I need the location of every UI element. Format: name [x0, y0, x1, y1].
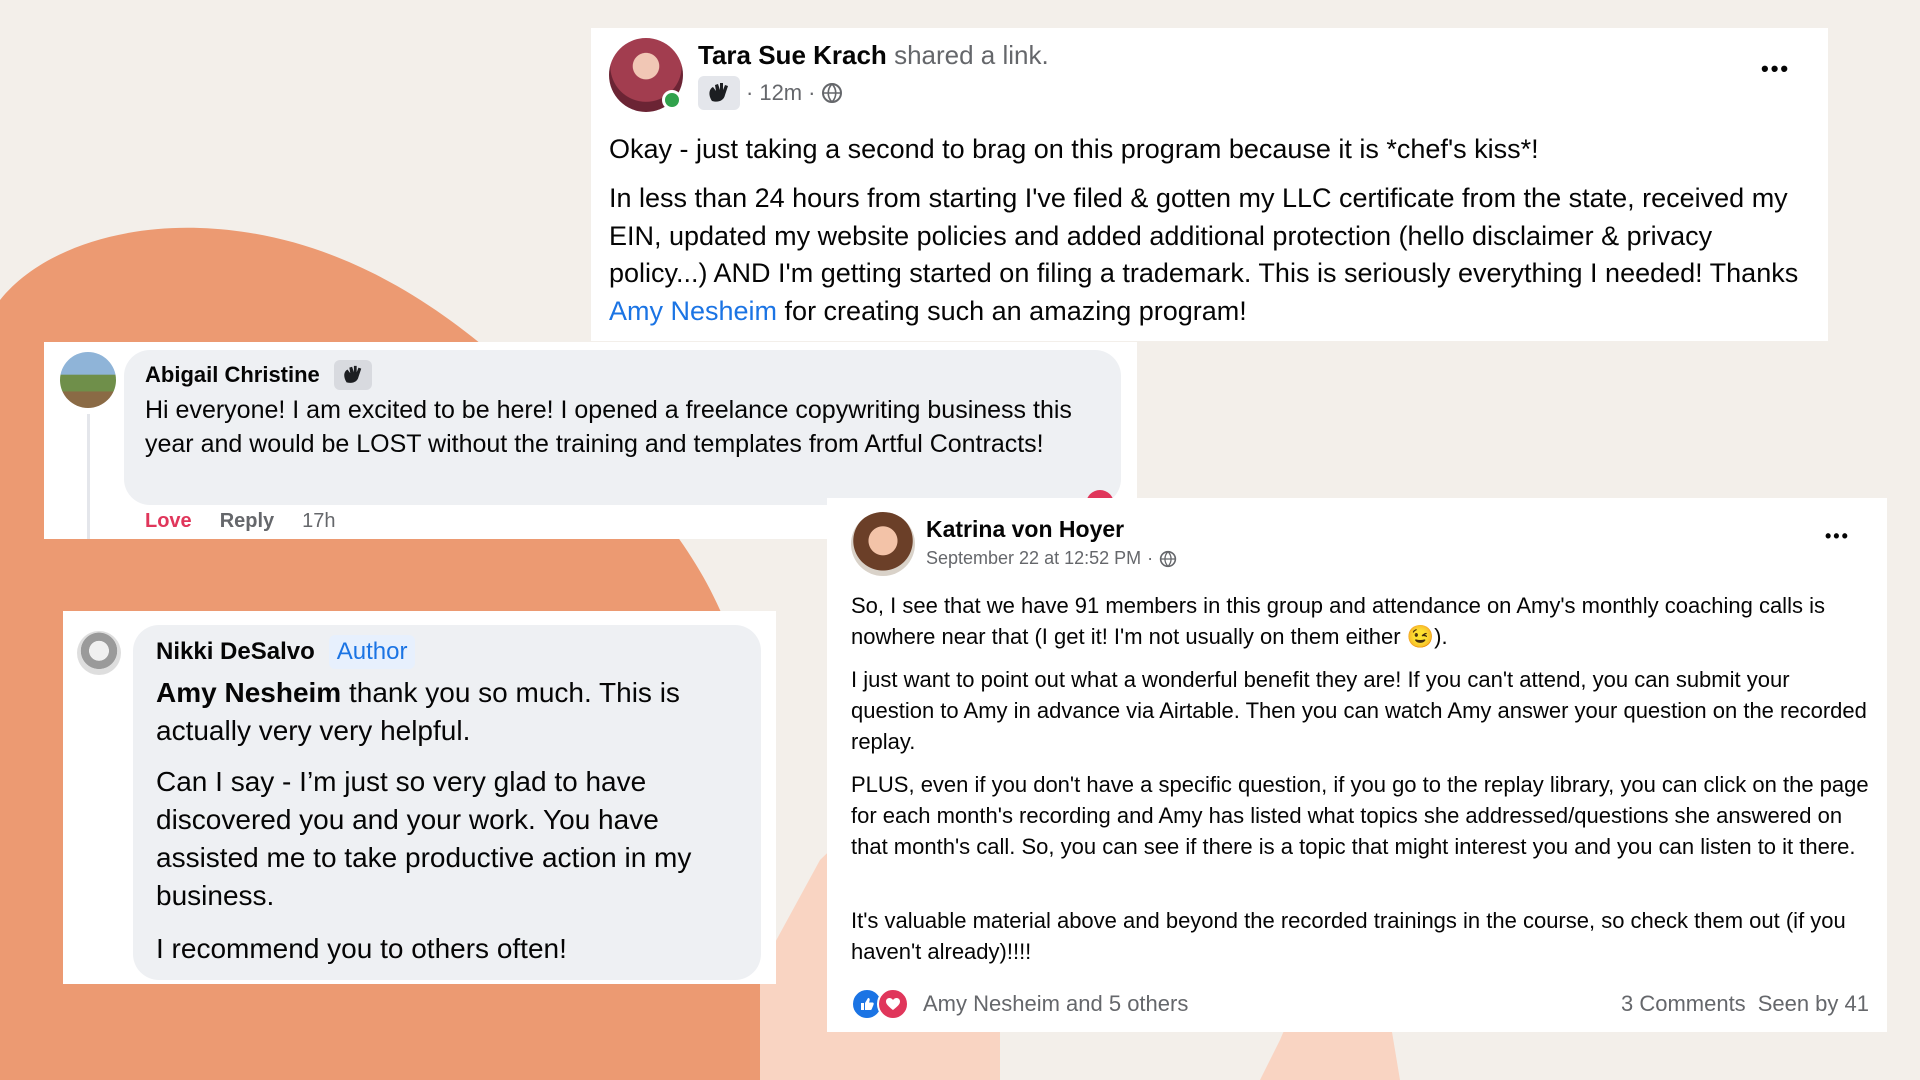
- globe-icon: [822, 83, 843, 103]
- thread-line: [87, 414, 90, 539]
- separator: ·: [746, 80, 754, 105]
- author-name[interactable]: Abigail Christine: [145, 362, 320, 388]
- globe-icon: [1159, 550, 1177, 567]
- separator: ·: [808, 80, 816, 105]
- comment-time[interactable]: 17h: [302, 510, 335, 533]
- more-options-icon[interactable]: •••: [1761, 56, 1790, 82]
- author-name[interactable]: Nikki DeSalvo: [156, 638, 315, 666]
- avatar[interactable]: [851, 512, 915, 576]
- post-text-line1: Okay - just taking a second to brag on t…: [609, 134, 1539, 164]
- post-paragraph-3: PLUS, even if you don't have a specific …: [851, 772, 1869, 859]
- wink-emoji: 😉: [1406, 624, 1435, 649]
- post-paragraph-2: I just want to point out what a wonderfu…: [851, 667, 1867, 754]
- post-time[interactable]: 12m: [759, 80, 802, 106]
- post-text: So, I see that we have 91 members in thi…: [851, 593, 1825, 649]
- author-name[interactable]: Katrina von Hoyer: [926, 516, 1124, 543]
- author-name[interactable]: Tara Sue Krach: [698, 40, 887, 70]
- post-body-start: In less than 24 hours from starting I've…: [609, 183, 1799, 288]
- comment-card-nikki: Nikki DeSalvo Author Amy Nesheim thank y…: [63, 611, 776, 984]
- avatar[interactable]: [77, 631, 121, 675]
- post-text-body: In less than 24 hours from starting I've…: [609, 180, 1809, 330]
- post-card-katrina: Katrina von Hoyer September 22 at 12:52 …: [827, 498, 1887, 1032]
- online-status-dot: [662, 90, 682, 110]
- comment-paragraph-2: Can I say - I’m just so very glad to hav…: [156, 766, 692, 911]
- author-badge: Author: [328, 635, 416, 669]
- more-options-icon[interactable]: •••: [1825, 526, 1850, 547]
- post-card-tara: Tara Sue Krach shared a link. · 12m · ••…: [591, 28, 1828, 341]
- love-reaction-icon: [877, 988, 909, 1020]
- comment-bubble: Nikki DeSalvo Author Amy Nesheim thank y…: [133, 625, 761, 980]
- post-text-end: ).: [1434, 624, 1448, 649]
- post-body-end: for creating such an amazing program!: [777, 295, 1247, 326]
- post-paragraph-4: It's valuable material above and beyond …: [851, 908, 1846, 964]
- comments-count[interactable]: 3 Comments: [1621, 991, 1746, 1017]
- comment-paragraph-1: Amy Nesheim thank you so much. This is a…: [156, 674, 746, 750]
- comment-paragraph-3: I recommend you to others often!: [156, 933, 567, 964]
- love-button[interactable]: Love: [145, 510, 192, 533]
- wave-badge-icon: [698, 76, 740, 110]
- mention-link[interactable]: Amy Nesheim: [156, 677, 341, 708]
- reply-button[interactable]: Reply: [220, 510, 274, 533]
- reactions-summary[interactable]: Amy Nesheim and 5 others: [923, 991, 1188, 1017]
- post-date[interactable]: September 22 at 12:52 PM: [926, 548, 1141, 569]
- post-paragraph-1: So, I see that we have 91 members in thi…: [851, 590, 1871, 652]
- post-action: shared a link.: [894, 40, 1049, 70]
- wave-badge-icon: [333, 360, 372, 390]
- mention-link[interactable]: Amy Nesheim: [609, 296, 777, 326]
- separator: ·: [1147, 548, 1154, 568]
- comment-bubble: Abigail Christine Hi everyone! I am exci…: [124, 350, 1121, 505]
- comment-text: Hi everyone! I am excited to be here! I …: [145, 396, 1072, 458]
- avatar[interactable]: [60, 352, 116, 408]
- seen-by-count[interactable]: Seen by 41: [1758, 991, 1869, 1017]
